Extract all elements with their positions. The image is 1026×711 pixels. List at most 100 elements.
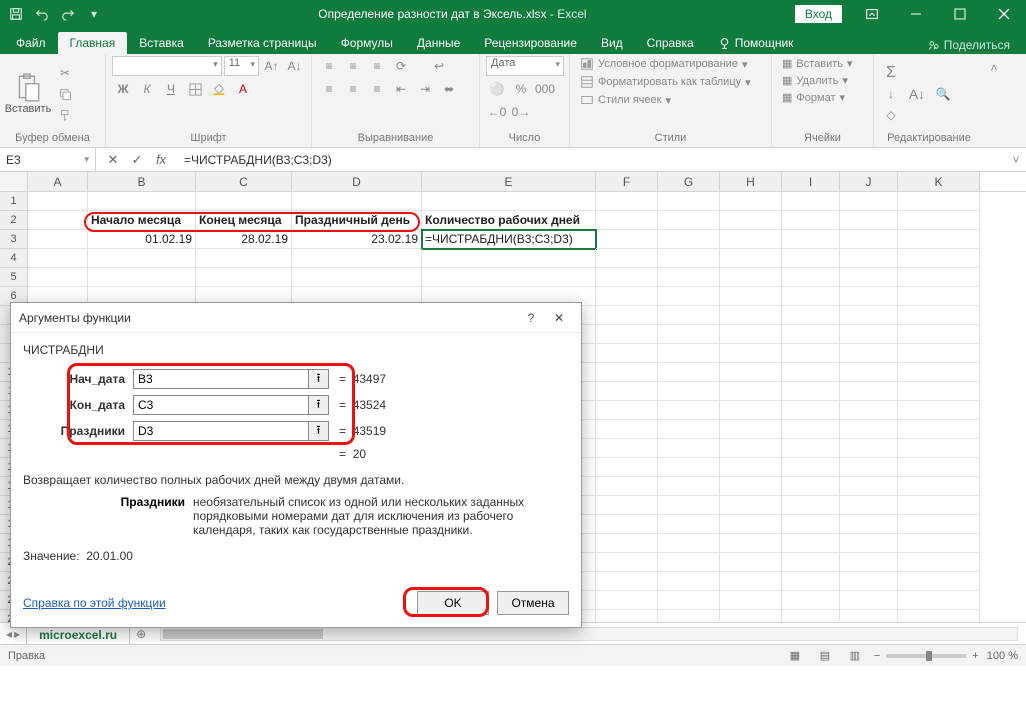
tab-home[interactable]: Главная: [58, 32, 128, 54]
cell[interactable]: [840, 572, 898, 591]
cell[interactable]: [720, 268, 782, 287]
cell[interactable]: [898, 591, 980, 610]
range-picker-icon[interactable]: ⭱: [309, 421, 329, 441]
fill-color-icon[interactable]: [208, 79, 230, 99]
insert-cells-button[interactable]: ▦ Вставить ▾: [778, 56, 867, 71]
cell[interactable]: [898, 439, 980, 458]
row-header[interactable]: 3: [0, 230, 28, 249]
qat-customize-icon[interactable]: ▾: [82, 3, 106, 25]
cell[interactable]: [720, 230, 782, 249]
cell[interactable]: [658, 572, 720, 591]
cell[interactable]: [782, 306, 840, 325]
cell[interactable]: [782, 496, 840, 515]
cell[interactable]: [898, 306, 980, 325]
cell[interactable]: [658, 211, 720, 230]
cell[interactable]: [782, 553, 840, 572]
arg-input-start-date[interactable]: [133, 369, 309, 389]
cell[interactable]: Конец месяца: [196, 211, 292, 230]
cell[interactable]: [898, 515, 980, 534]
cell[interactable]: [782, 268, 840, 287]
collapse-ribbon-icon[interactable]: ˄: [984, 58, 1004, 78]
page-break-view-icon[interactable]: ▥: [844, 647, 866, 665]
cell[interactable]: [840, 534, 898, 553]
cell[interactable]: [898, 496, 980, 515]
delete-cells-button[interactable]: ▦ Удалить ▾: [778, 73, 867, 88]
find-select-icon[interactable]: 🔍: [932, 84, 954, 104]
cell[interactable]: [840, 211, 898, 230]
decrease-decimal-icon[interactable]: 0→: [510, 102, 532, 122]
cell[interactable]: [292, 268, 422, 287]
column-header[interactable]: C: [196, 172, 292, 191]
merge-icon[interactable]: ⬌: [438, 79, 460, 99]
currency-icon[interactable]: ⚪: [486, 79, 508, 99]
new-sheet-icon[interactable]: ⊕: [130, 627, 152, 641]
arg-input-holidays[interactable]: [133, 421, 309, 441]
align-top-icon[interactable]: ≡: [318, 56, 340, 76]
cell[interactable]: [596, 553, 658, 572]
horizontal-scrollbar[interactable]: [160, 627, 1018, 641]
cell[interactable]: [840, 401, 898, 420]
cell[interactable]: [596, 306, 658, 325]
cell[interactable]: [596, 515, 658, 534]
cell[interactable]: [28, 249, 88, 268]
cell[interactable]: [658, 534, 720, 553]
cell[interactable]: [782, 344, 840, 363]
cell[interactable]: [782, 325, 840, 344]
cell[interactable]: [658, 192, 720, 211]
format-as-table-button[interactable]: Форматировать как таблицу ▾: [576, 74, 765, 90]
cell[interactable]: [840, 439, 898, 458]
zoom-level[interactable]: 100 %: [987, 650, 1018, 662]
cell[interactable]: [898, 211, 980, 230]
name-box[interactable]: E3▾: [0, 148, 96, 171]
cell[interactable]: [898, 458, 980, 477]
percent-icon[interactable]: %: [510, 79, 532, 99]
cell[interactable]: [840, 420, 898, 439]
cell[interactable]: [840, 249, 898, 268]
cell[interactable]: [898, 610, 980, 622]
format-cells-button[interactable]: ▦ Формат ▾: [778, 90, 867, 105]
row-header[interactable]: 2: [0, 211, 28, 230]
cell[interactable]: [782, 420, 840, 439]
cell[interactable]: [782, 477, 840, 496]
orientation-icon[interactable]: ⟳: [390, 56, 412, 76]
share-button[interactable]: Поделиться: [920, 36, 1018, 54]
cell[interactable]: [596, 477, 658, 496]
cell[interactable]: [720, 401, 782, 420]
tab-insert[interactable]: Вставка: [127, 32, 196, 54]
cell[interactable]: [782, 572, 840, 591]
enter-formula-icon[interactable]: ✓: [126, 150, 148, 170]
cell[interactable]: [782, 591, 840, 610]
column-header[interactable]: B: [88, 172, 196, 191]
cell-styles-button[interactable]: Стили ячеек ▾: [576, 92, 765, 108]
cell[interactable]: [840, 268, 898, 287]
cell[interactable]: [658, 287, 720, 306]
cell[interactable]: [196, 249, 292, 268]
column-header[interactable]: G: [658, 172, 720, 191]
clear-icon[interactable]: ◇: [880, 105, 902, 125]
cell[interactable]: [720, 496, 782, 515]
wrap-text-icon[interactable]: ↩: [428, 56, 450, 76]
align-right-icon[interactable]: ≡: [366, 79, 388, 99]
italic-icon[interactable]: К: [136, 79, 158, 99]
cell[interactable]: [840, 287, 898, 306]
column-header[interactable]: J: [840, 172, 898, 191]
sheet-nav-prev-icon[interactable]: ◂: [6, 627, 12, 641]
cell[interactable]: [720, 458, 782, 477]
cell[interactable]: [720, 572, 782, 591]
cell[interactable]: [782, 382, 840, 401]
indent-increase-icon[interactable]: ⇥: [414, 79, 436, 99]
increase-font-icon[interactable]: A↑: [261, 56, 282, 76]
paste-button[interactable]: Вставить: [6, 61, 50, 127]
cell[interactable]: [658, 477, 720, 496]
cell[interactable]: [720, 249, 782, 268]
cell[interactable]: [840, 306, 898, 325]
cell[interactable]: [898, 344, 980, 363]
cell[interactable]: [720, 211, 782, 230]
minimize-icon[interactable]: [894, 0, 938, 28]
column-header[interactable]: E: [422, 172, 596, 191]
cell[interactable]: [782, 458, 840, 477]
cell[interactable]: [658, 401, 720, 420]
cell[interactable]: [782, 192, 840, 211]
cell[interactable]: [596, 325, 658, 344]
cell[interactable]: [720, 325, 782, 344]
